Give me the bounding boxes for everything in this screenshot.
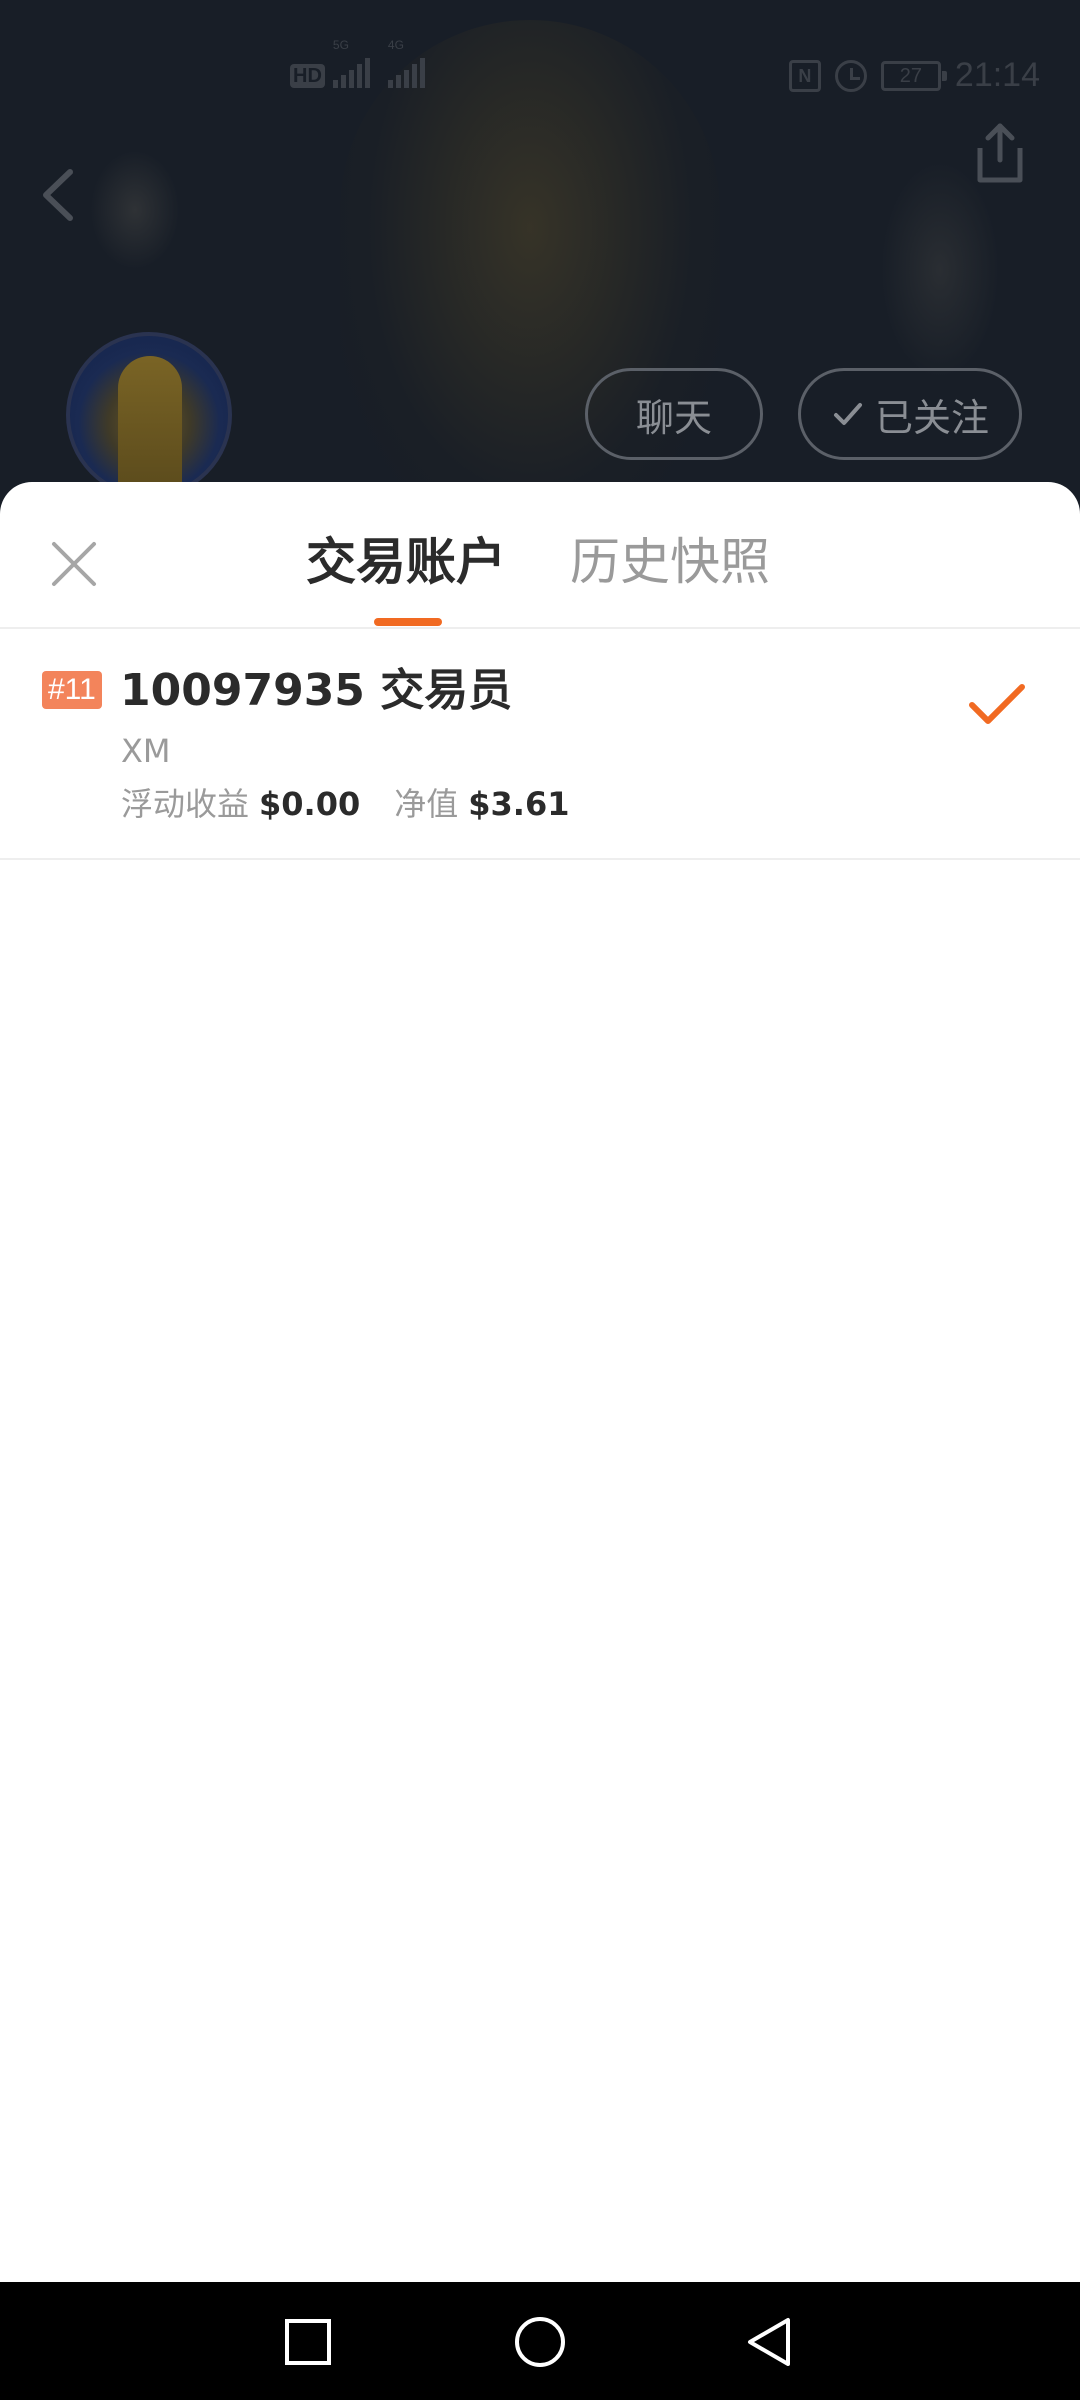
signal-4g-label: 4G [387,38,404,52]
signal-5g-label: 5G [332,38,349,52]
divider [0,858,1080,860]
check-icon [833,403,862,425]
avatar[interactable] [66,332,232,498]
account-title: 10097935 交易员 [120,665,513,716]
clock: 21:14 [954,56,1040,94]
tab-history-snapshots[interactable]: 历史快照 [570,522,770,602]
system-navigation-bar [0,2282,1080,2400]
chat-button-label: 聊天 [635,395,712,440]
share-button[interactable] [970,118,1030,188]
back-button[interactable] [30,160,90,230]
close-icon [52,542,96,586]
follow-button[interactable]: 已关注 [798,368,1022,460]
alarm-icon [834,59,867,92]
chat-button[interactable]: 聊天 [585,368,763,460]
profile-header-backdrop: HD 5G 4G N 27 21:14 聊天 已关注 [0,0,1080,520]
close-button[interactable] [44,534,104,594]
square-icon [285,2319,331,2365]
floating-pnl-label: 浮动收益 [121,785,250,823]
battery-icon: 27 [880,60,947,91]
chevron-left-icon [43,169,73,221]
signal-4g-icon: 4G [387,38,425,88]
nav-back-button[interactable] [740,2312,800,2372]
hd-badge: HD [290,64,325,88]
equity-label: 净值 [394,785,459,823]
status-bar-right: N 27 21:14 [788,56,1040,95]
cover-decoration [880,160,1000,380]
share-icon [977,123,1023,183]
triangle-back-icon [748,2318,790,2366]
tab-trading-accounts[interactable]: 交易账户 [306,522,506,602]
avatar-image [118,356,182,494]
active-tab-indicator [374,618,442,626]
account-selector-sheet: 交易账户 历史快照 #11 10097935 交易员 XM 浮动收益 $0.00… [0,482,1080,2282]
equity-value: $3.61 [468,785,570,823]
nfc-icon: N [788,59,821,92]
account-stats: 浮动收益 $0.00 净值 $3.61 [121,782,569,826]
floating-pnl-value: $0.00 [259,785,361,823]
account-list-item[interactable]: #11 10097935 交易员 XM 浮动收益 $0.00 净值 $3.61 [0,629,1080,859]
checkmark-icon [969,684,1025,724]
signal-5g-icon: 5G [332,38,370,88]
circle-icon [515,2317,565,2367]
status-bar: HD 5G 4G N 27 21:14 [0,0,1080,94]
status-bar-left: HD 5G 4G [290,38,425,88]
rank-badge: #11 [42,671,102,709]
recents-button[interactable] [278,2312,338,2372]
home-button[interactable] [510,2312,570,2372]
account-broker: XM [121,732,171,770]
follow-button-label: 已关注 [874,395,989,440]
cover-decoration [90,150,180,270]
